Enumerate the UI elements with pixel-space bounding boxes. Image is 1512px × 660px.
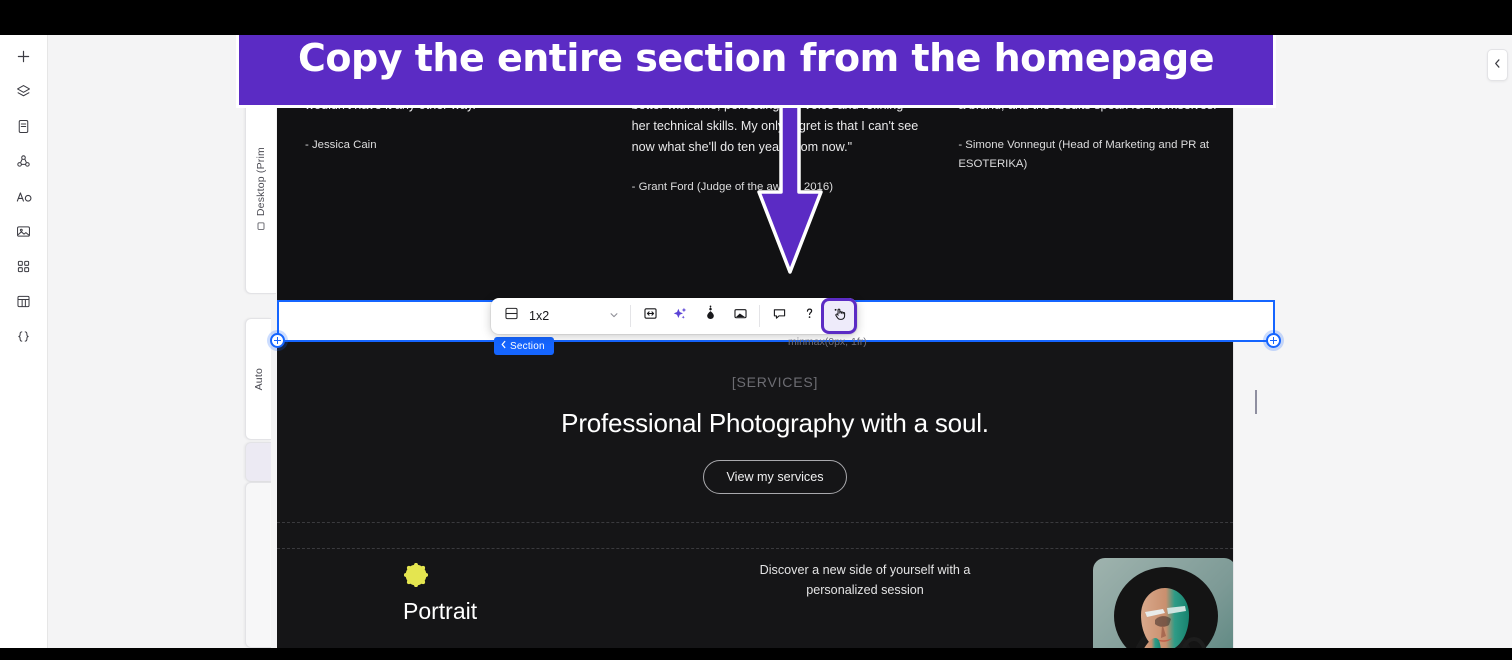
question-mark-icon [801, 305, 818, 327]
grid-layout-select[interactable]: 1x2 [494, 301, 626, 331]
screenshot-root: Desktop (Prim Auto wouldn't have it any … [0, 0, 1512, 660]
sidebar-item-layers[interactable] [8, 76, 40, 107]
testimonial-attribution: - Jessica Cain [305, 139, 377, 151]
color-button[interactable] [695, 301, 725, 331]
starburst-dot-icon [403, 562, 429, 588]
frame-top-bar [0, 0, 1512, 35]
services-heading: Professional Photography with a soul. [561, 408, 989, 438]
selected-element-badge[interactable]: Section [494, 337, 554, 355]
color-drop-icon [702, 305, 719, 327]
testimonial-attribution: - Simone Vonnegut (Head of Marketing and… [958, 139, 1210, 170]
chevron-down-icon [609, 307, 619, 325]
selection-outline-bottom [277, 340, 1273, 342]
breakpoint-tab-tail [245, 482, 271, 648]
sidebar-item-code[interactable] [8, 321, 40, 352]
chevron-left-icon [500, 340, 507, 352]
annotation-text: Copy the entire section from the homepag… [298, 36, 1214, 80]
text-cursor-marker [1255, 390, 1257, 414]
monitor-icon [255, 221, 267, 231]
cursor-hand-icon [831, 305, 848, 327]
add-column-handle-left[interactable] [270, 333, 285, 348]
toolbar-divider [630, 305, 631, 327]
grid-rows-icon [503, 305, 520, 327]
comment-button[interactable] [764, 301, 794, 331]
testimonial-1: wouldn't have it any other way." - Jessi… [305, 95, 592, 288]
portrait-photo [1093, 558, 1236, 648]
sidebar-item-typography[interactable] [8, 181, 40, 212]
resize-horizontal-icon [642, 305, 659, 327]
annotation-arrow [757, 100, 823, 274]
image-frame-icon [732, 305, 749, 327]
sidebar-item-apps[interactable] [8, 251, 40, 282]
element-toolbar: 1x2 [491, 298, 857, 334]
services-section: [SERVICES] Professional Photography with… [277, 340, 1273, 648]
typography-icon [15, 188, 33, 206]
breakpoint-desktop-label: Desktop (Prim [255, 146, 267, 217]
selected-element-label: Section [510, 340, 545, 352]
plus-icon [15, 48, 32, 65]
testimonial-3: a brand, and the results speak for thems… [958, 95, 1245, 288]
breakpoint-tab-desktop[interactable]: Desktop (Prim [245, 84, 276, 294]
breakpoint-tab-auto[interactable]: Auto [245, 318, 271, 440]
add-column-handle-right[interactable] [1266, 333, 1281, 348]
media-button[interactable] [725, 301, 755, 331]
divider [277, 522, 1273, 523]
view-services-button[interactable]: View my services [703, 460, 847, 494]
left-toolbar-rail [0, 35, 48, 648]
page-icon [15, 118, 32, 135]
service-item-portrait: Portrait Discover a new side of yourself… [277, 548, 1273, 648]
sidebar-item-cms[interactable] [8, 286, 40, 317]
sidebar-item-pages[interactable] [8, 111, 40, 142]
toolbar-divider [759, 305, 760, 327]
image-icon [15, 223, 32, 240]
sidebar-item-components[interactable] [8, 146, 40, 177]
services-eyebrow: [SERVICES] [731, 374, 819, 390]
breakpoint-auto-label: Auto [252, 367, 265, 391]
resize-width-button[interactable] [635, 301, 665, 331]
service-description: Discover a new side of yourself with a p… [759, 563, 971, 597]
grid-track-label: minmax(0px, 1fr) [788, 336, 867, 348]
sidebar-item-add[interactable] [8, 41, 40, 72]
grid-layout-value: 1x2 [529, 309, 550, 323]
layers-icon [15, 83, 32, 100]
chevron-left-icon [1493, 56, 1502, 74]
help-button[interactable] [794, 301, 824, 331]
grid-icon [15, 258, 32, 275]
collapse-panel-button[interactable] [1487, 49, 1508, 81]
frame-bottom-bar [0, 648, 1512, 660]
comment-icon [771, 305, 788, 327]
sparkles-icon [671, 305, 689, 328]
code-braces-icon [15, 328, 32, 345]
components-icon [15, 153, 32, 170]
table-icon [15, 293, 32, 310]
sidebar-item-assets[interactable] [8, 216, 40, 247]
service-title: Portrait [403, 598, 478, 624]
breakpoint-tab-extra[interactable] [245, 442, 271, 482]
pointer-button[interactable] [824, 301, 854, 331]
ai-button[interactable] [665, 301, 695, 331]
